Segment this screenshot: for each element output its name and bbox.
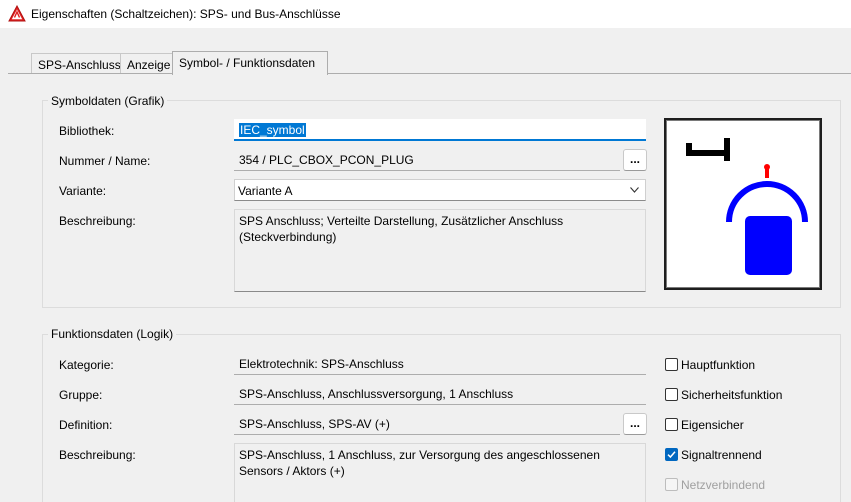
function-description-label: Beschreibung: bbox=[59, 448, 136, 462]
library-value: IEC_symbol bbox=[239, 123, 306, 137]
chevron-down-icon bbox=[630, 187, 639, 193]
checkmark-icon bbox=[667, 451, 676, 459]
checkbox-label: Netzverbindend bbox=[681, 478, 766, 492]
category-field: Elektrotechnik: SPS-Anschluss bbox=[234, 353, 646, 375]
app-warning-icon bbox=[8, 5, 26, 22]
checkbox-box[interactable] bbox=[665, 358, 678, 371]
plc-plug-symbol bbox=[686, 138, 808, 275]
checkbox-label: Eigensicher bbox=[681, 418, 744, 432]
variant-select[interactable]: Variante A bbox=[234, 179, 646, 201]
window-title: Eigenschaften (Schaltzeichen): SPS- und … bbox=[31, 7, 341, 21]
tab-sps-anschluss[interactable]: SPS-Anschluss bbox=[31, 53, 121, 75]
category-label: Kategorie: bbox=[59, 358, 114, 372]
group-field: SPS-Anschluss, Anschlussversorgung, 1 An… bbox=[234, 383, 646, 405]
tab-anzeige[interactable]: Anzeige bbox=[120, 53, 173, 75]
checkbox-label: Signaltrennend bbox=[681, 448, 762, 462]
variant-label: Variante: bbox=[59, 184, 107, 198]
number-browse-button[interactable]: ... bbox=[623, 149, 647, 171]
function-group-title: Funktionsdaten (Logik) bbox=[48, 327, 177, 341]
definition-label: Definition: bbox=[59, 418, 113, 432]
tab-symbol-funktionsdaten[interactable]: Symbol- / Funktionsdaten bbox=[172, 51, 328, 75]
function-description-field: SPS-Anschluss, 1 Anschluss, zur Versorgu… bbox=[234, 443, 646, 502]
library-label: Bibliothek: bbox=[59, 124, 115, 138]
symbol-preview bbox=[664, 118, 822, 290]
symbol-description-label: Beschreibung: bbox=[59, 214, 136, 228]
definition-field: SPS-Anschluss, SPS-AV (+) bbox=[234, 413, 620, 435]
number-name-label: Nummer / Name: bbox=[59, 154, 151, 168]
number-name-field: 354 / PLC_CBOX_PCON_PLUG bbox=[234, 149, 620, 171]
library-input[interactable]: IEC_symbol bbox=[234, 119, 646, 141]
symbol-group-title: Symboldaten (Grafik) bbox=[48, 94, 168, 108]
definition-browse-button[interactable]: ... bbox=[623, 413, 647, 435]
checkbox-label: Sicherheitsfunktion bbox=[681, 388, 783, 402]
checkbox-box[interactable] bbox=[665, 418, 678, 431]
title-bar: Eigenschaften (Schaltzeichen): SPS- und … bbox=[0, 0, 851, 28]
checkbox-box[interactable] bbox=[665, 388, 678, 401]
checkbox-label: Hauptfunktion bbox=[681, 358, 756, 372]
symbol-description-field: SPS Anschluss; Verteilte Darstellung, Zu… bbox=[234, 209, 646, 292]
checkbox-box bbox=[665, 478, 678, 491]
group-label: Gruppe: bbox=[59, 388, 103, 402]
checkbox-box[interactable] bbox=[665, 448, 678, 461]
variant-value: Variante A bbox=[238, 184, 293, 198]
